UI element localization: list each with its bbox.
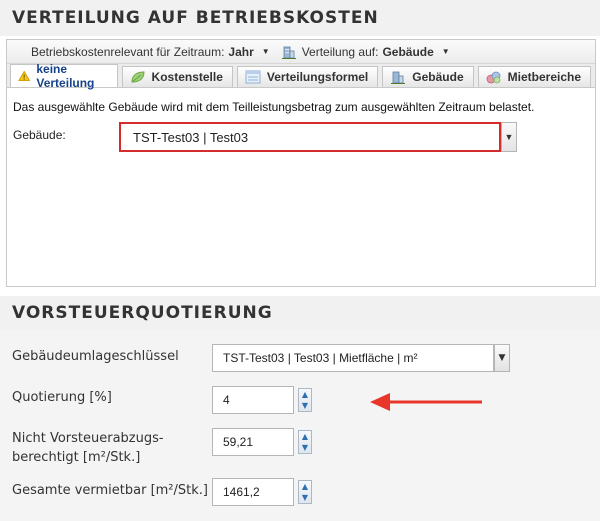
caret-down-icon: ▼ (261, 47, 270, 56)
building-dropdown-button[interactable]: ▼ (501, 122, 517, 152)
info-text: Das ausgewählte Gebäude wird mit dem Tei… (13, 100, 535, 114)
spin-down-icon: ▼ (301, 400, 309, 410)
spin-down-icon: ▼ (301, 492, 309, 502)
section-title-verteilung: VERTEILUNG AUF BETRIEBSKOSTEN (0, 0, 600, 36)
quota-label: Quotierung [%] (12, 390, 112, 405)
allocation-key-combobox[interactable]: TST-Test03 | Test03 | Mietfläche | m² (212, 344, 494, 372)
leaf-icon (131, 71, 145, 83)
warning-icon (18, 70, 31, 82)
tab-gebaeude[interactable]: Gebäude (382, 66, 474, 87)
building-value: TST-Test03 | Test03 (133, 129, 249, 145)
period-selector[interactable]: Betriebskostenrelevant für Zeitraum: Jah… (31, 45, 282, 59)
distribution-toolbar: Betriebskostenrelevant für Zeitraum: Jah… (7, 40, 595, 64)
tab-verteilungsformel[interactable]: Verteilungsformel (236, 66, 379, 87)
allocation-key-dropdown-button[interactable]: ▼ (494, 344, 510, 372)
period-value: Jahr (228, 44, 254, 59)
tab-label: Kostenstelle (151, 70, 223, 84)
distribution-tabs: keine Verteilung Kostenstelle Verteilung… (7, 62, 595, 90)
rooms-icon (486, 71, 501, 84)
quota-spinner[interactable]: ▲ ▼ (298, 388, 312, 412)
tab-kostenstelle[interactable]: Kostenstelle (121, 66, 233, 87)
spin-up-icon: ▲ (301, 389, 309, 399)
tab-keine-verteilung[interactable]: keine Verteilung (10, 62, 118, 90)
formula-icon (245, 70, 261, 84)
total-rentable-label: Gesamte vermietbar [m²/Stk.] (12, 483, 208, 498)
allocation-key-label: Gebäudeumlageschlüssel (12, 349, 179, 364)
distribution-panel-body: Das ausgewählte Gebäude wird mit dem Tei… (7, 88, 595, 166)
total-rentable-spinner[interactable]: ▲ ▼ (298, 480, 312, 504)
building-label: Gebäude: (13, 128, 66, 142)
distribution-label: Verteilung auf: (301, 44, 379, 59)
non-deductible-spinner[interactable]: ▲ ▼ (298, 430, 312, 454)
red-arrow-icon (370, 393, 482, 411)
distribution-panel: Betriebskostenrelevant für Zeitraum: Jah… (6, 39, 596, 287)
spin-up-icon: ▲ (301, 431, 309, 441)
building-icon (391, 71, 406, 84)
total-rentable-value: 1461,2 (223, 485, 260, 499)
quota-value: 4 (223, 393, 230, 407)
allocation-key-value: TST-Test03 | Test03 | Mietfläche | m² (223, 351, 418, 365)
caret-down-icon: ▼ (441, 47, 450, 56)
total-rentable-input[interactable]: 1461,2 (212, 478, 294, 506)
quota-input[interactable]: 4 (212, 386, 294, 414)
non-deductible-value: 59,21 (223, 435, 254, 449)
distribution-value: Gebäude (382, 44, 434, 59)
tab-label: Verteilungsformel (266, 70, 369, 84)
tab-label: Gebäude (412, 70, 464, 84)
non-deductible-input[interactable]: 59,21 (212, 428, 294, 456)
building-icon (281, 46, 296, 59)
building-row: Gebäude: TST-Test03 | Test03 ▼ (13, 122, 589, 158)
period-label: Betriebskostenrelevant für Zeitraum: (31, 44, 225, 59)
input-tax-form: Gebäudeumlageschlüssel TST-Test03 | Test… (0, 330, 600, 521)
building-combobox[interactable]: TST-Test03 | Test03 (119, 122, 501, 152)
tab-label: keine Verteilung (36, 62, 95, 90)
spin-up-icon: ▲ (301, 481, 309, 491)
tab-mietbereiche[interactable]: Mietbereiche (477, 66, 591, 87)
non-deductible-label: Nicht Vorsteuerabzugs- berechtigt [m²/St… (12, 431, 164, 465)
spin-down-icon: ▼ (301, 442, 309, 452)
chevron-down-icon: ▼ (504, 132, 514, 142)
distribution-selector[interactable]: Verteilung auf: Gebäude ▼ (281, 44, 462, 59)
chevron-down-icon: ▼ (498, 353, 506, 363)
section-title-vorsteuerquotierung: VORSTEUERQUOTIERUNG (0, 296, 600, 330)
tab-label: Mietbereiche (507, 70, 581, 84)
